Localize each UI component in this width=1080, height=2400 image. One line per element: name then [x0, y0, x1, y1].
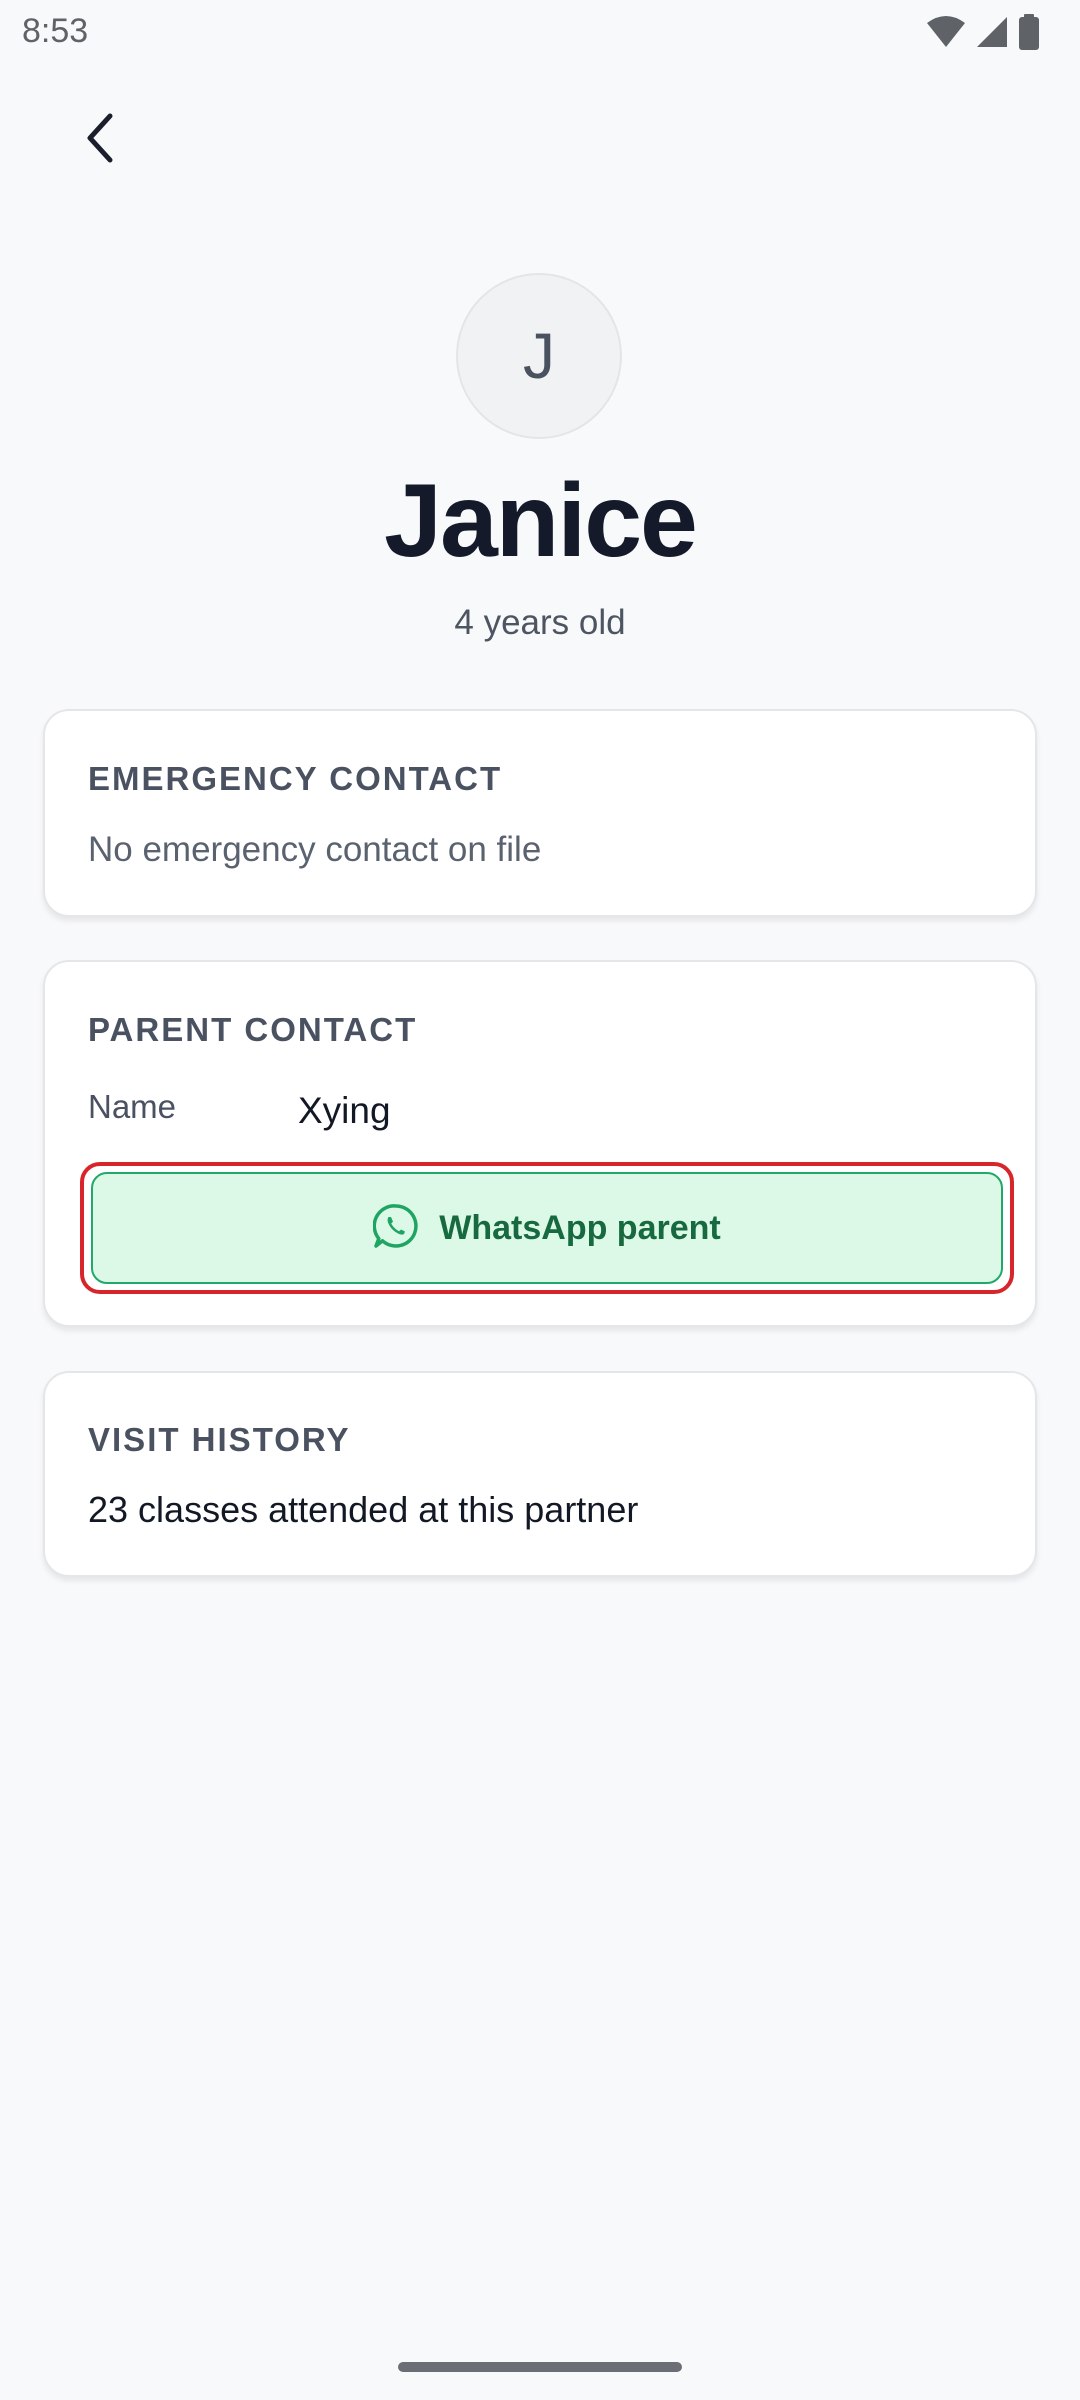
visit-history-card: VISIT HISTORY 23 classes attended at thi… — [43, 1371, 1037, 1577]
child-profile-screen: 8:53 J Janice 4 years old EMERGENCY CONT… — [0, 0, 1080, 2400]
parent-name-value: Xying — [298, 1090, 391, 1131]
battery-icon — [1018, 14, 1040, 55]
child-age: 4 years old — [454, 603, 626, 642]
emergency-contact-title: EMERGENCY CONTACT — [88, 760, 503, 797]
chevron-left-icon — [80, 112, 120, 169]
wifi-icon — [926, 15, 966, 54]
whatsapp-parent-button[interactable]: WhatsApp parent — [91, 1172, 1003, 1284]
whatsapp-icon — [372, 1203, 419, 1254]
whatsapp-button-label: WhatsApp parent — [439, 1208, 721, 1247]
visit-history-text: 23 classes attended at this partner — [88, 1489, 639, 1530]
status-bar: 8:53 — [0, 0, 1080, 64]
parent-contact-card: PARENT CONTACT Name Xying WhatsApp paren… — [43, 960, 1037, 1327]
emergency-contact-text: No emergency contact on file — [88, 830, 542, 869]
child-name: Janice — [384, 463, 698, 579]
whatsapp-button-highlight: WhatsApp parent — [80, 1162, 1014, 1294]
cellular-signal-icon — [976, 15, 1008, 54]
home-indicator[interactable] — [398, 2362, 682, 2372]
status-icons — [926, 14, 1040, 55]
parent-contact-title: PARENT CONTACT — [88, 1011, 418, 1048]
avatar: J — [456, 273, 622, 439]
status-time: 8:53 — [22, 12, 89, 50]
emergency-contact-card: EMERGENCY CONTACT No emergency contact o… — [43, 709, 1037, 917]
parent-name-label: Name — [88, 1088, 177, 1125]
visit-history-title: VISIT HISTORY — [88, 1421, 351, 1458]
back-button[interactable] — [64, 104, 136, 176]
